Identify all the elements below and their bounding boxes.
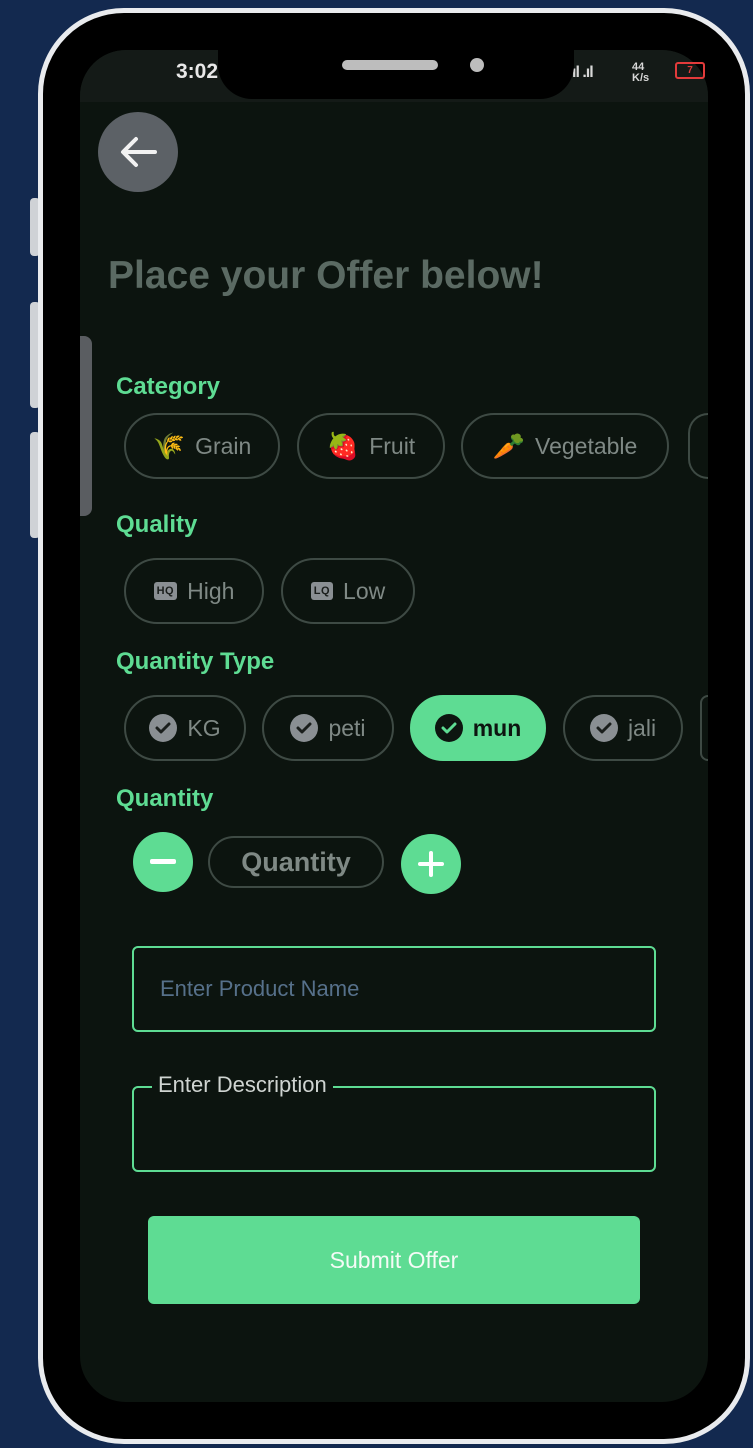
category-chip-fruit[interactable]: 🍓 Fruit: [297, 413, 445, 479]
quantity-label: Quantity: [116, 785, 214, 812]
quantity-type-chip-label: KG: [187, 714, 221, 741]
category-chip-more[interactable]: [688, 413, 708, 479]
check-circle-icon: [589, 714, 618, 742]
category-chip-label: Fruit: [369, 432, 416, 459]
speaker-grille: [342, 60, 438, 70]
description-label: Enter Description: [152, 1072, 333, 1098]
signal-icon: ıl .ıl: [572, 64, 594, 81]
quantity-type-chip-peti[interactable]: peti: [262, 695, 394, 761]
quality-chip-label: Low: [343, 577, 386, 604]
quantity-type-chip-kg[interactable]: KG: [124, 695, 246, 761]
decrement-button[interactable]: [133, 832, 193, 892]
quantity-type-chip-jali[interactable]: jali: [563, 695, 683, 761]
fruit-icon: 🍓: [326, 430, 360, 461]
back-button[interactable]: [98, 112, 178, 192]
camera-dot: [470, 58, 484, 72]
status-time: 3:02: [176, 60, 219, 83]
quantity-type-label: Quantity Type: [116, 648, 275, 675]
camera-notch: [218, 46, 574, 99]
product-name-input[interactable]: [134, 948, 654, 1030]
hq-badge-icon: HQ: [153, 582, 178, 600]
minus-icon: [150, 859, 176, 864]
product-name-field: [132, 946, 656, 1032]
quality-label: Quality: [116, 511, 198, 538]
category-chip-grain[interactable]: 🌾 Grain: [124, 413, 280, 479]
quality-chip-high[interactable]: HQ High: [124, 558, 264, 624]
vegetable-icon: 🥕: [492, 430, 526, 461]
category-chip-label: Grain: [195, 432, 252, 459]
submit-offer-button[interactable]: Submit Offer: [148, 1216, 640, 1304]
description-input[interactable]: [134, 1088, 654, 1170]
quantity-type-chip-label: peti: [328, 714, 366, 741]
category-chip-label: Vegetable: [535, 432, 638, 459]
category-label: Category: [116, 373, 221, 400]
increment-button[interactable]: [401, 834, 461, 894]
edge-panel-handle[interactable]: [80, 336, 92, 516]
plus-icon: [418, 851, 444, 877]
quantity-type-chip-more[interactable]: [700, 695, 708, 761]
quality-chip-low[interactable]: LQ Low: [281, 558, 415, 624]
quantity-type-chip-label: jali: [627, 714, 657, 741]
arrow-left-icon: [121, 137, 157, 167]
quantity-type-chip-mun[interactable]: mun: [410, 695, 546, 761]
grain-icon: 🌾: [152, 430, 186, 461]
quantity-type-chip-label: mun: [472, 714, 522, 741]
page-title: Place your Offer below!: [108, 254, 544, 297]
lq-badge-icon: LQ: [310, 582, 334, 600]
category-chip-vegetable[interactable]: 🥕 Vegetable: [461, 413, 669, 479]
network-speed: 44 K/s: [632, 61, 650, 84]
check-circle-icon: [290, 714, 319, 742]
check-circle-icon: [149, 714, 178, 742]
check-circle-icon: [434, 714, 463, 742]
description-field: [132, 1086, 656, 1172]
quantity-value[interactable]: Quantity: [208, 836, 384, 888]
battery-icon: 7: [675, 62, 705, 79]
quality-chip-label: High: [187, 577, 235, 604]
